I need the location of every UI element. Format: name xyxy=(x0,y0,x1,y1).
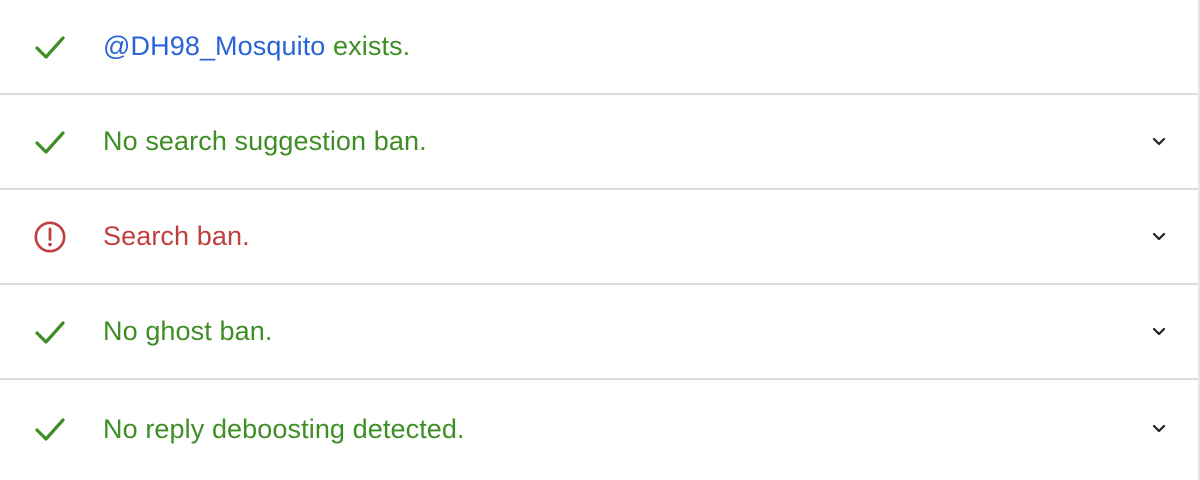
result-text: No ghost ban. xyxy=(103,316,273,346)
check-icon xyxy=(33,315,67,349)
chevron-down-icon[interactable] xyxy=(1149,132,1169,152)
result-row-account-exists: @DH98_Mosquito exists. xyxy=(0,0,1198,95)
result-text: No search suggestion ban. xyxy=(103,126,427,156)
result-row-reply-deboosting[interactable]: No reply deboosting detected. xyxy=(0,380,1198,478)
shadowban-results-list: @DH98_Mosquito exists. No search suggest… xyxy=(0,0,1200,480)
result-text: No reply deboosting detected. xyxy=(103,413,465,444)
chevron-down-icon[interactable] xyxy=(1149,322,1169,342)
result-row-search-suggestion-ban[interactable]: No search suggestion ban. xyxy=(0,95,1198,190)
result-text: Search ban. xyxy=(103,221,250,251)
chevron-down-icon[interactable] xyxy=(1149,419,1169,439)
check-icon xyxy=(33,30,67,64)
alert-circle-icon xyxy=(33,220,67,254)
result-row-ghost-ban[interactable]: No ghost ban. xyxy=(0,285,1198,380)
chevron-down-icon[interactable] xyxy=(1149,227,1169,247)
result-suffix: exists. xyxy=(325,31,411,61)
result-text: @DH98_Mosquito exists. xyxy=(103,31,410,62)
check-icon xyxy=(33,412,67,446)
result-row-search-ban[interactable]: Search ban. xyxy=(0,190,1198,285)
check-icon xyxy=(33,125,67,159)
account-handle-link[interactable]: @DH98_Mosquito xyxy=(103,31,325,61)
